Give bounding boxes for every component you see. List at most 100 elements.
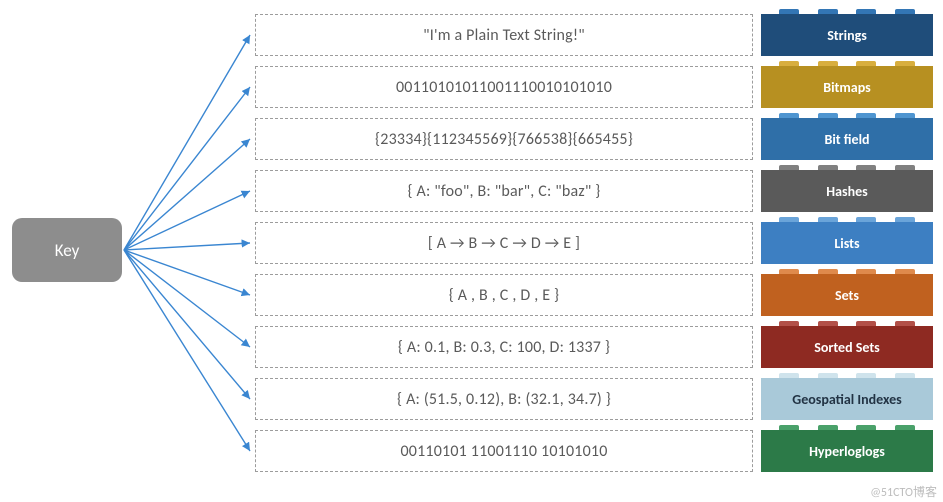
stud	[856, 61, 876, 66]
value-box: "I'm a Plain Text String!"	[255, 14, 753, 56]
type-body: Bit field	[761, 118, 933, 160]
stud	[779, 425, 799, 430]
data-type-row: [ A → B → C → D → E ] Lists	[255, 222, 933, 264]
stud	[856, 165, 876, 170]
stud	[818, 61, 838, 66]
type-box: Geospatial Indexes	[761, 378, 933, 420]
stud	[779, 269, 799, 274]
value-text: {23334}{112345569}{766538}{665455}	[375, 130, 633, 149]
stud	[895, 113, 915, 118]
stud	[856, 113, 876, 118]
lego-studs	[761, 217, 933, 222]
value-text: "I'm a Plain Text String!"	[423, 26, 585, 45]
stud	[895, 165, 915, 170]
stud	[779, 373, 799, 378]
lego-studs	[761, 373, 933, 378]
type-box: Sets	[761, 274, 933, 316]
watermark: @51CTO博客	[870, 483, 937, 500]
lego-studs	[761, 113, 933, 118]
arrows-fanout	[122, 14, 257, 490]
stud	[856, 217, 876, 222]
type-box: Strings	[761, 14, 933, 56]
type-label: Sets	[835, 287, 859, 304]
value-text: { A: (51.5, 0.12), B: (32.1, 34.7) }	[397, 390, 611, 409]
type-body: Lists	[761, 222, 933, 264]
value-box: { A: "foo", B: "bar", C: "baz" }	[255, 170, 753, 212]
lego-studs	[761, 9, 933, 14]
data-type-row: "I'm a Plain Text String!" Strings	[255, 14, 933, 56]
stud	[856, 269, 876, 274]
type-body: Hyperloglogs	[761, 430, 933, 472]
stud	[856, 321, 876, 326]
data-type-row: 00110101011001110010101010 Bitmaps	[255, 66, 933, 108]
value-text: 00110101011001110010101010	[396, 78, 612, 97]
type-label: Bit field	[824, 131, 869, 148]
type-box: Hyperloglogs	[761, 430, 933, 472]
type-box: Bit field	[761, 118, 933, 160]
value-text: { A: "foo", B: "bar", C: "baz" }	[407, 182, 600, 201]
type-body: Hashes	[761, 170, 933, 212]
value-box: { A , B , C , D , E }	[255, 274, 753, 316]
stud	[895, 425, 915, 430]
stud	[818, 9, 838, 14]
stud	[856, 425, 876, 430]
value-text: { A: 0.1, B: 0.3, C: 100, D: 1337 }	[398, 338, 610, 357]
value-box: {23334}{112345569}{766538}{665455}	[255, 118, 753, 160]
key-box: Key	[12, 218, 122, 282]
stud	[818, 425, 838, 430]
stud	[779, 217, 799, 222]
stud	[779, 61, 799, 66]
value-box: { A: (51.5, 0.12), B: (32.1, 34.7) }	[255, 378, 753, 420]
data-type-row: { A: 0.1, B: 0.3, C: 100, D: 1337 } Sorte…	[255, 326, 933, 368]
rows-list: "I'm a Plain Text String!" Strings 0011010…	[255, 14, 933, 472]
data-type-row: {23334}{112345569}{766538}{665455} Bit fi…	[255, 118, 933, 160]
stud	[895, 61, 915, 66]
type-body: Strings	[761, 14, 933, 56]
value-box: { A: 0.1, B: 0.3, C: 100, D: 1337 }	[255, 326, 753, 368]
data-type-row: { A , B , C , D , E } Sets	[255, 274, 933, 316]
type-label: Strings	[827, 27, 867, 44]
lego-studs	[761, 321, 933, 326]
lego-studs	[761, 269, 933, 274]
stud	[895, 269, 915, 274]
type-body: Sets	[761, 274, 933, 316]
type-label: Hashes	[826, 183, 867, 200]
type-body: Sorted Sets	[761, 326, 933, 368]
stud	[818, 269, 838, 274]
type-box: Lists	[761, 222, 933, 264]
diagram-container: Key "I'm a Plain Text String!" Strings 001…	[12, 14, 932, 486]
type-label: Sorted Sets	[814, 339, 880, 356]
type-label: Geospatial Indexes	[792, 391, 901, 408]
value-text: 00110101 11001110 10101010	[400, 442, 607, 461]
lego-studs	[761, 165, 933, 170]
stud	[895, 321, 915, 326]
type-box: Bitmaps	[761, 66, 933, 108]
type-label: Lists	[834, 235, 859, 252]
stud	[818, 373, 838, 378]
stud	[895, 217, 915, 222]
stud	[856, 9, 876, 14]
data-type-row: { A: "foo", B: "bar", C: "baz" } Hashes	[255, 170, 933, 212]
key-label: Key	[55, 240, 80, 261]
stud	[818, 113, 838, 118]
stud	[779, 165, 799, 170]
stud	[895, 9, 915, 14]
type-body: Bitmaps	[761, 66, 933, 108]
value-text: { A , B , C , D , E }	[449, 286, 560, 305]
lego-studs	[761, 61, 933, 66]
stud	[779, 9, 799, 14]
stud	[818, 217, 838, 222]
stud	[779, 321, 799, 326]
data-type-row: 00110101 11001110 10101010 Hyperloglogs	[255, 430, 933, 472]
value-box: [ A → B → C → D → E ]	[255, 222, 753, 264]
value-text: [ A → B → C → D → E ]	[428, 234, 580, 253]
data-type-row: { A: (51.5, 0.12), B: (32.1, 34.7) } Geos…	[255, 378, 933, 420]
stud	[856, 373, 876, 378]
type-label: Bitmaps	[823, 79, 870, 96]
type-body: Geospatial Indexes	[761, 378, 933, 420]
type-label: Hyperloglogs	[809, 443, 885, 460]
stud	[818, 165, 838, 170]
value-box: 00110101 11001110 10101010	[255, 430, 753, 472]
lego-studs	[761, 425, 933, 430]
stud	[818, 321, 838, 326]
